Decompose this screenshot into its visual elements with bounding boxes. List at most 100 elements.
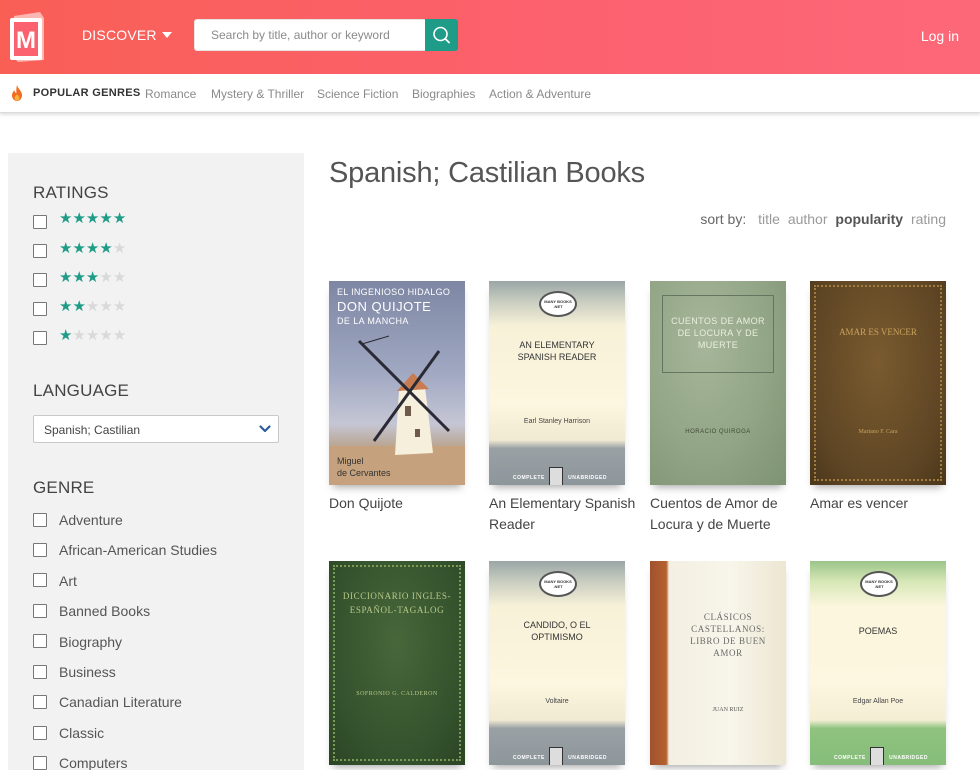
rating-1-checkbox[interactable] bbox=[33, 331, 47, 345]
genre-link-mystery-thriller[interactable]: Mystery & Thriller bbox=[211, 87, 304, 101]
cover-text: AN ELEMENTARY SPANISH READER bbox=[517, 340, 597, 362]
book-title[interactable]: Cuentos de Amor de Locura y de Muerte bbox=[650, 493, 800, 535]
cover-text: Earl Stanley Harrison bbox=[523, 418, 591, 425]
sort-option-title[interactable]: title bbox=[758, 211, 780, 227]
chevron-down-icon bbox=[259, 425, 271, 433]
genre-label-art[interactable]: Art bbox=[59, 573, 77, 589]
sort-label: sort by: bbox=[700, 211, 747, 227]
manybooks-badge-icon: MANY BOOKS .NET bbox=[860, 571, 898, 597]
sort-bar: sort by: title author popularity rating bbox=[700, 211, 946, 227]
cover-text: Edgar Allan Poe bbox=[852, 698, 904, 705]
rating-4-stars: ★ ★ ★ ★ ★ bbox=[59, 240, 127, 257]
cover-text: CLÁSICOS CASTELLANOS: LIBRO DE BUEN AMOR bbox=[690, 612, 766, 658]
rating-1-stars: ★ ★ ★ ★ ★ bbox=[59, 327, 127, 344]
genre-checkbox-banned-books[interactable] bbox=[33, 604, 47, 618]
search-input[interactable] bbox=[194, 19, 425, 51]
cover-text: EL INGENIOSO HIDALGO bbox=[337, 287, 451, 297]
discover-label: DISCOVER bbox=[82, 27, 157, 43]
filter-sidebar: RATINGS ★ ★ ★ ★ ★ ★ ★ ★ ★ ★ ★ ★ ★ ★ ★ ★ ★ ★ ★ ★ ★ ★ ★ ★ ★ LA… bbox=[8, 153, 304, 770]
book-cover[interactable]: MANY BOOKS .NET CANDIDO, O EL OPTIMISMO … bbox=[489, 561, 625, 765]
page-title: Spanish; Castilian Books bbox=[329, 157, 645, 189]
language-selected-value: Spanish; Castilian bbox=[44, 423, 141, 437]
flame-icon bbox=[12, 85, 22, 101]
login-link[interactable]: Log in bbox=[921, 28, 959, 44]
cover-text: Voltaire bbox=[545, 698, 569, 705]
genre-checkbox-adventure[interactable] bbox=[33, 513, 47, 527]
rating-4-checkbox[interactable] bbox=[33, 244, 47, 258]
book-cover[interactable]: CLÁSICOS CASTELLANOS: LIBRO DE BUEN AMOR… bbox=[650, 561, 786, 765]
genre-label-canadian-literature[interactable]: Canadian Literature bbox=[59, 694, 182, 710]
book-cover[interactable]: CUENTOS DE AMOR DE LOCURA Y DE MUERTE HO… bbox=[650, 281, 786, 485]
genre-label-biography[interactable]: Biography bbox=[59, 634, 122, 650]
genre-checkbox-classic[interactable] bbox=[33, 726, 47, 740]
cover-text: DON QUIJOTE bbox=[337, 299, 432, 314]
cover-text: Mariano F. Cara bbox=[858, 429, 898, 435]
genre-link-science-fiction[interactable]: Science Fiction bbox=[317, 87, 398, 101]
discover-menu[interactable]: DISCOVER bbox=[82, 27, 172, 43]
genre-checkbox-art[interactable] bbox=[33, 573, 47, 587]
sort-option-author[interactable]: author bbox=[788, 211, 828, 227]
cover-text: DICCIONARIO INGLES-ESPAÑOL-TAGALOG bbox=[342, 591, 452, 615]
genre-heading: GENRE bbox=[33, 478, 95, 497]
genre-link-romance[interactable]: Romance bbox=[145, 87, 196, 101]
book-cover[interactable]: AMAR ES VENCER Mariano F. Cara bbox=[810, 281, 946, 485]
genre-label-banned-books[interactable]: Banned Books bbox=[59, 603, 150, 619]
genre-link-biographies[interactable]: Biographies bbox=[412, 87, 475, 101]
genre-checkbox-computers[interactable] bbox=[33, 756, 47, 770]
book-title[interactable]: An Elementary Spanish Reader bbox=[489, 493, 639, 535]
cover-text: HORACIO QUIROGA bbox=[685, 429, 751, 435]
genre-label-african-american-studies[interactable]: African-American Studies bbox=[59, 542, 217, 558]
book-title[interactable]: Don Quijote bbox=[329, 493, 479, 514]
cover-text: de Cervantes bbox=[337, 468, 391, 478]
svg-text:M: M bbox=[16, 27, 36, 54]
book-cover[interactable]: EL INGENIOSO HIDALGO DON QUIJOTE DE LA M… bbox=[329, 281, 465, 485]
cover-text: Miguel bbox=[337, 456, 364, 466]
cover-text: CUENTOS DE AMOR DE LOCURA Y DE MUERTE bbox=[671, 316, 765, 350]
search-button[interactable] bbox=[425, 19, 458, 51]
rating-3-checkbox[interactable] bbox=[33, 273, 47, 287]
rating-5-stars: ★ ★ ★ ★ ★ bbox=[59, 210, 127, 227]
rating-2-stars: ★ ★ ★ ★ ★ bbox=[59, 298, 127, 315]
book-icon bbox=[870, 747, 884, 765]
genre-link-action-adventure[interactable]: Action & Adventure bbox=[489, 87, 591, 101]
manybooks-badge-icon: MANY BOOKS .NET bbox=[539, 291, 577, 317]
sort-option-rating[interactable]: rating bbox=[911, 211, 946, 227]
cover-text: CANDIDO, O EL OPTIMISMO bbox=[523, 620, 591, 642]
manybooks-badge-icon: MANY BOOKS .NET bbox=[539, 571, 577, 597]
genre-checkbox-african-american-studies[interactable] bbox=[33, 543, 47, 557]
cover-text: DE LA MANCHA bbox=[337, 316, 409, 326]
popular-genres-bar: POPULAR GENRES Romance Mystery & Thrille… bbox=[0, 74, 980, 113]
genre-label-classic[interactable]: Classic bbox=[59, 725, 104, 741]
caret-down-icon bbox=[161, 32, 172, 38]
search-box bbox=[194, 19, 458, 51]
ratings-heading: RATINGS bbox=[33, 183, 109, 202]
book-title[interactable]: Amar es vencer bbox=[810, 493, 960, 514]
manybooks-logo-icon[interactable]: M bbox=[8, 10, 48, 62]
book-icon bbox=[549, 467, 563, 485]
rating-5-checkbox[interactable] bbox=[33, 215, 47, 229]
book-cover[interactable]: DICCIONARIO INGLES-ESPAÑOL-TAGALOG SOFRO… bbox=[329, 561, 465, 765]
search-icon bbox=[433, 26, 450, 44]
top-navbar: M DISCOVER Log in bbox=[0, 0, 980, 74]
cover-frame bbox=[814, 285, 942, 481]
cover-text: JUAN RUIZ bbox=[712, 707, 744, 713]
genre-checkbox-biography[interactable] bbox=[33, 634, 47, 648]
popular-genres-label: POPULAR GENRES bbox=[33, 87, 141, 99]
language-heading: LANGUAGE bbox=[33, 381, 130, 400]
genre-label-computers[interactable]: Computers bbox=[59, 755, 127, 770]
cover-author: Miguel de Cervantes bbox=[337, 455, 391, 479]
cover-text: SOFRONIO G. CALDERON bbox=[356, 691, 438, 697]
genre-checkbox-canadian-literature[interactable] bbox=[33, 695, 47, 709]
rating-2-checkbox[interactable] bbox=[33, 302, 47, 316]
book-icon bbox=[549, 747, 563, 765]
language-select[interactable]: Spanish; Castilian bbox=[33, 415, 279, 443]
genre-checkbox-business[interactable] bbox=[33, 665, 47, 679]
sort-option-popularity[interactable]: popularity bbox=[835, 211, 903, 227]
cover-text: AMAR ES VENCER bbox=[839, 327, 917, 337]
cover-text: POEMAS bbox=[858, 626, 898, 636]
rating-3-stars: ★ ★ ★ ★ ★ bbox=[59, 269, 127, 286]
book-cover[interactable]: MANY BOOKS .NET POEMAS Edgar Allan Poe C… bbox=[810, 561, 946, 765]
book-cover[interactable]: MANY BOOKS .NET AN ELEMENTARY SPANISH RE… bbox=[489, 281, 625, 485]
genre-label-business[interactable]: Business bbox=[59, 664, 116, 680]
genre-label-adventure[interactable]: Adventure bbox=[59, 512, 123, 528]
